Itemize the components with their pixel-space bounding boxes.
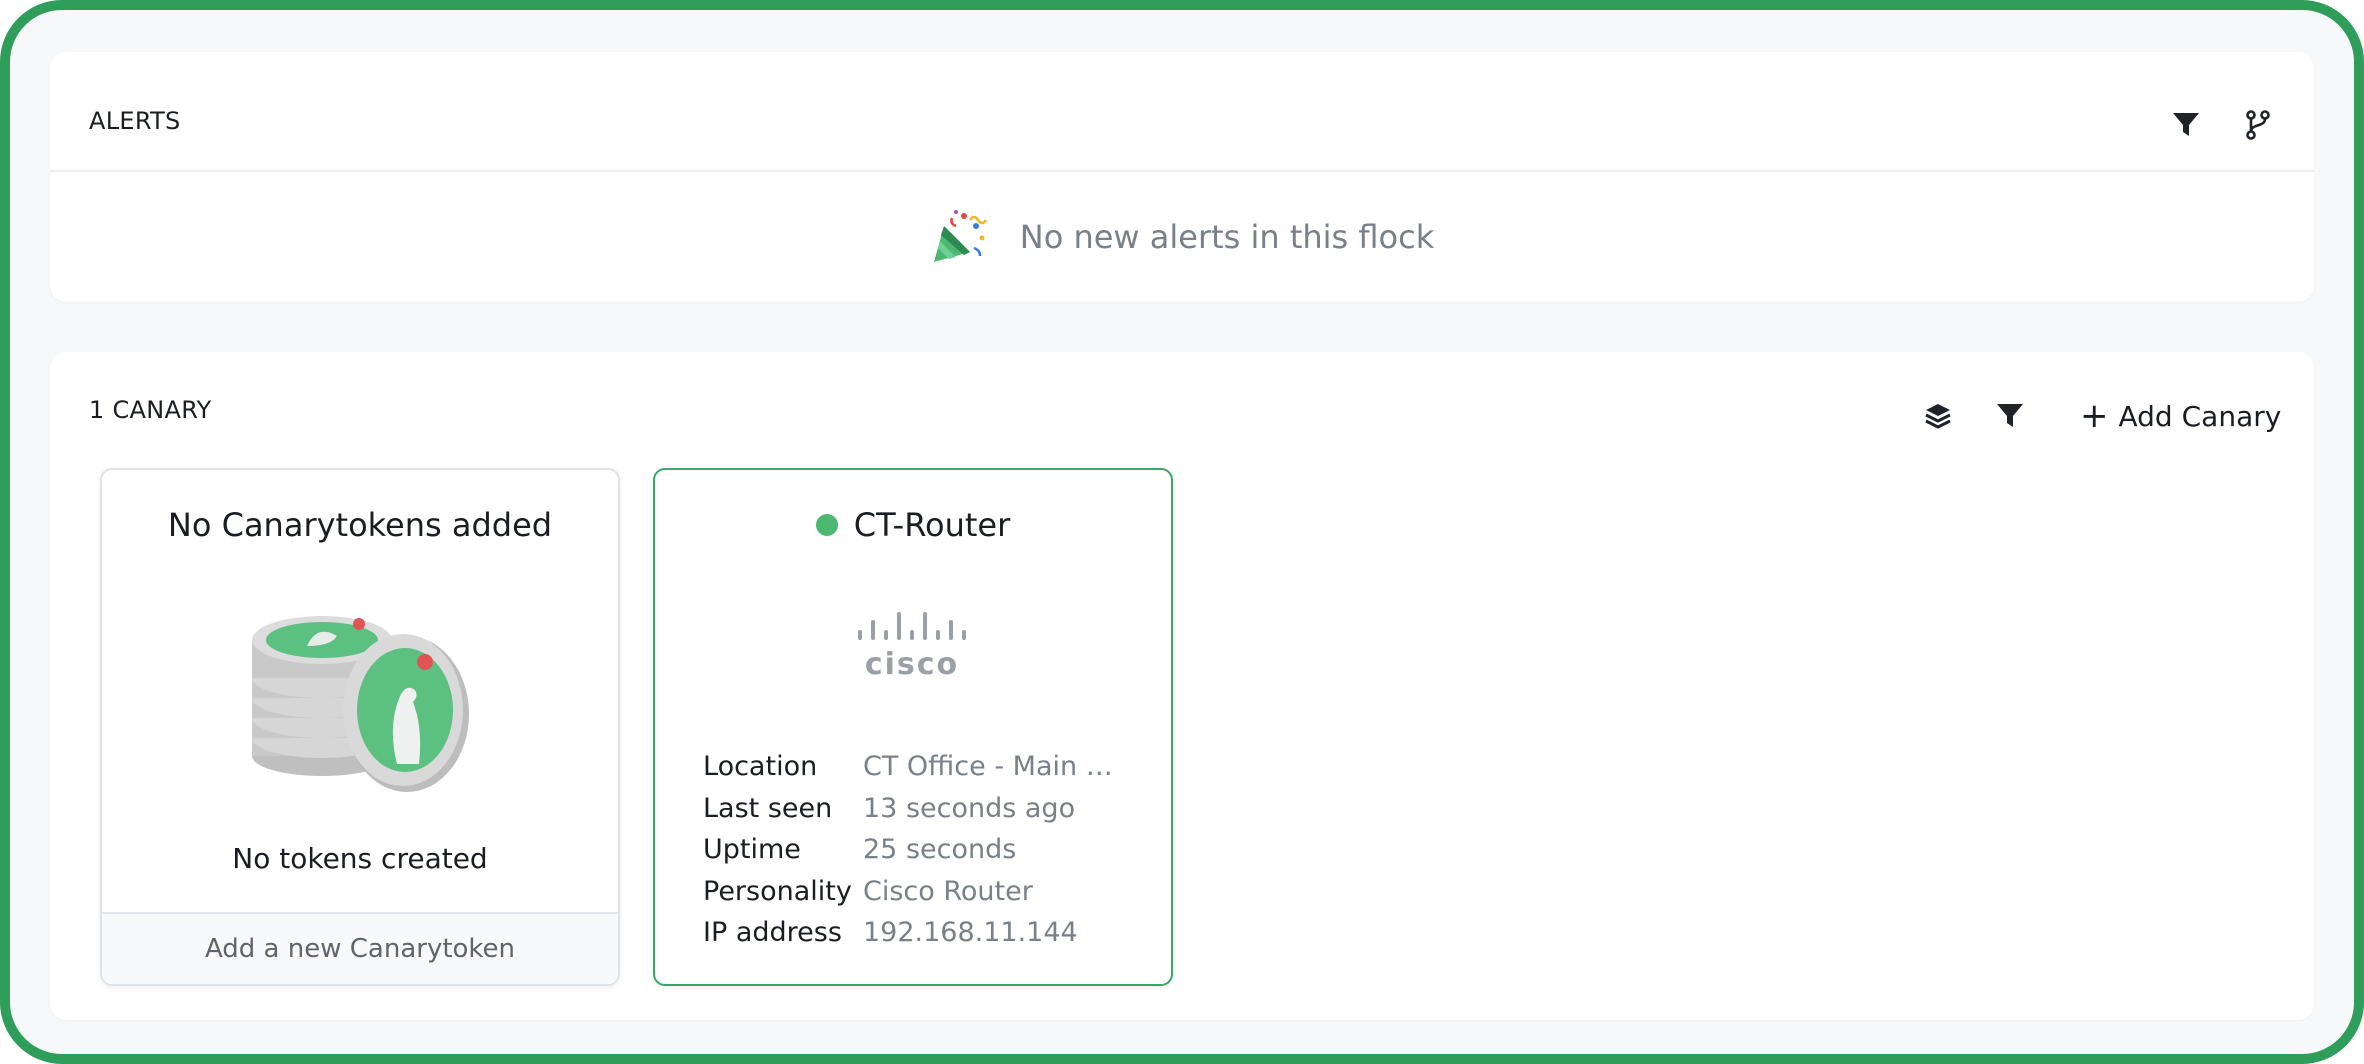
- detail-row: Uptime 25 seconds: [703, 829, 1143, 871]
- canary-count-title: 1 CANARY: [89, 396, 212, 424]
- canarytokens-card-title: No Canarytokens added: [167, 506, 553, 544]
- detail-value: 192.168.11.144: [863, 917, 1078, 949]
- detail-value: 13 seconds ago: [863, 792, 1076, 824]
- alerts-empty-state: No new alerts in this flock: [50, 172, 2314, 302]
- group-layers-button[interactable]: [1920, 398, 1956, 434]
- plus-icon: +: [2080, 396, 2109, 436]
- canarytokens-card: No Canarytokens added No tokens created …: [100, 468, 620, 986]
- no-tokens-message: No tokens created: [232, 842, 488, 875]
- cisco-logo: cisco: [858, 612, 966, 680]
- alerts-header: ALERTS: [50, 52, 2314, 172]
- detail-row: Personality Cisco Router: [703, 871, 1143, 913]
- detail-value: Cisco Router: [863, 875, 1033, 907]
- layers-icon: [1925, 404, 1951, 429]
- add-canary-button[interactable]: + Add Canary: [2080, 396, 2281, 436]
- detail-key: Uptime: [703, 834, 801, 866]
- canary-device-card[interactable]: CT-Router cisco Location CT Office - Mai…: [653, 468, 1173, 986]
- alerts-title: ALERTS: [89, 107, 181, 135]
- detail-key: Last seen: [703, 792, 833, 824]
- add-canarytoken-button[interactable]: Add a new Canarytoken: [102, 912, 618, 984]
- detail-key: Location: [703, 751, 818, 783]
- detail-row: Location CT Office - Main R...: [703, 746, 1143, 788]
- device-name: CT-Router: [853, 506, 1011, 544]
- detail-value: 25 seconds: [863, 834, 1017, 866]
- detail-key: IP address: [703, 917, 842, 949]
- detail-row: IP address 192.168.11.144: [703, 912, 1143, 954]
- alerts-panel: ALERTS No new alerts in this flock: [50, 52, 2314, 302]
- app-frame: ALERTS No new alerts in this flock 1 CAN…: [0, 0, 2364, 1064]
- filter-icon: [1997, 404, 2023, 427]
- canary-coins-icon: [252, 616, 469, 792]
- fork-icon: [2246, 110, 2270, 140]
- filter-icon: [2173, 113, 2199, 136]
- detail-row: Last seen 13 seconds ago: [703, 788, 1143, 830]
- status-online-icon: [815, 514, 838, 536]
- device-details: Location CT Office - Main R... Last seen…: [703, 746, 1143, 954]
- canary-panel: 1 CANARY + Add Canary No Canarytokens ad…: [50, 352, 2314, 1020]
- alerts-empty-message: No new alerts in this flock: [1019, 218, 1435, 256]
- detail-key: Personality: [703, 875, 852, 907]
- svg-text:cisco: cisco: [865, 647, 959, 680]
- party-popper-icon: [933, 210, 987, 262]
- canary-filter-button[interactable]: [1992, 398, 2028, 434]
- add-canary-label: Add Canary: [2118, 399, 2282, 433]
- device-title: CT-Router: [655, 506, 1171, 544]
- alerts-filter-button[interactable]: [2168, 107, 2204, 143]
- alerts-fork-button[interactable]: [2240, 107, 2276, 143]
- detail-value: CT Office - Main R...: [863, 751, 1125, 783]
